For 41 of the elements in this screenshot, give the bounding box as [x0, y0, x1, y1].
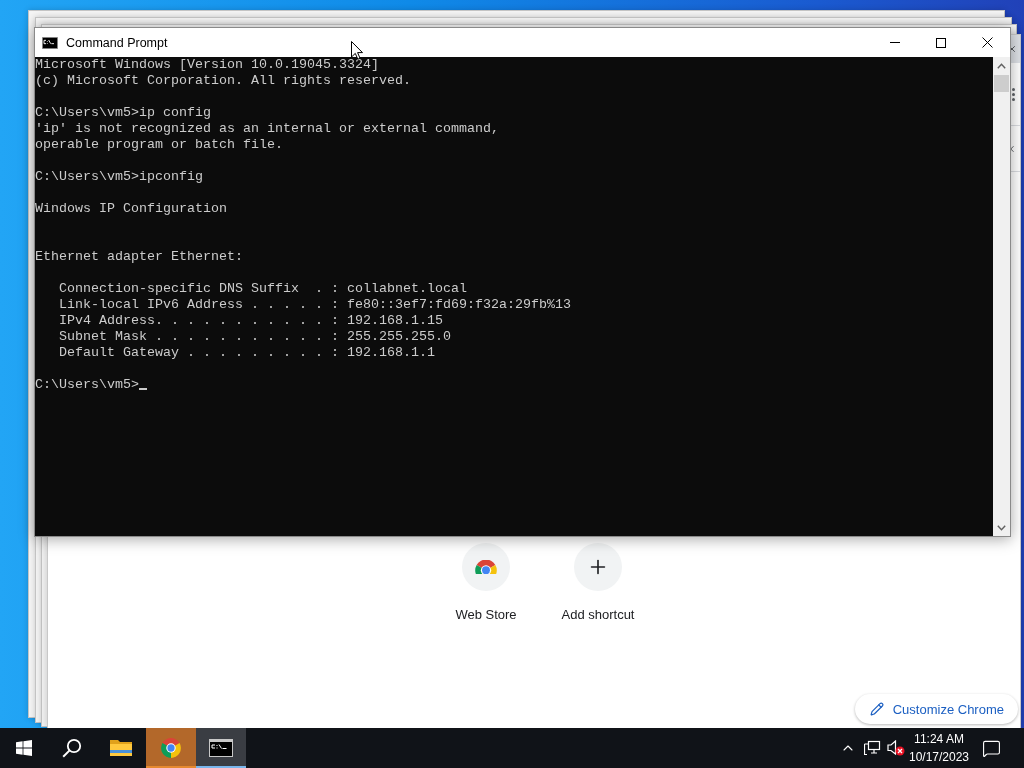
console-line: IPv4 Address. . . . . . . . . . . : 192.168.1.15	[59, 313, 443, 328]
console-line: Default Gateway . . . . . . . . . : 192.168.1.1	[59, 345, 435, 360]
clock-time[interactable]: 11:24 AM	[914, 730, 964, 748]
notification-icon	[981, 738, 1001, 758]
shortcut-link[interactable]: Web Store	[430, 543, 542, 623]
chevron-up-icon[interactable]	[997, 62, 1006, 69]
windows-logo-icon	[16, 740, 32, 756]
scrollbar[interactable]	[993, 57, 1010, 536]
chrome-logo-icon	[160, 737, 182, 759]
store-logo-icon	[474, 560, 498, 574]
console-line: Subnet Mask . . . . . . . . . . . : 255.255.255.0	[59, 329, 451, 344]
console-line: operable program or batch file.	[35, 137, 283, 152]
clock-date[interactable]: 10/17/2023	[908, 748, 970, 766]
customize-button[interactable]: Customize Chrome	[854, 694, 1018, 724]
minimize-icon	[890, 42, 900, 43]
vertical-dots-icon[interactable]	[1012, 87, 1015, 101]
terminal-icon	[42, 36, 58, 49]
scrollbar-thumb[interactable]	[994, 75, 1009, 92]
window-title: Command Prompt	[66, 35, 168, 50]
console-line: (c) Microsoft Corporation. All rights reserved.	[35, 73, 411, 88]
console-line: 'ip' is not recognized as an internal or external command,	[35, 121, 499, 136]
console-line: Link-local IPv6 Address . . . . . : fe80::3ef7:fd69:f32a:29fb%13	[59, 297, 571, 312]
close-icon	[981, 37, 993, 48]
chevron-down-icon[interactable]	[997, 524, 1006, 531]
maximize-icon	[936, 37, 946, 48]
shortcut-link[interactable]: Add shortcut	[542, 543, 654, 623]
network-icon	[863, 740, 881, 756]
console-line: C:\Users\vm5>ipconfig	[35, 169, 203, 184]
pencil-icon	[869, 702, 884, 716]
console-prompt: C:\Users\vm5>	[35, 377, 139, 392]
shortcut-label: Web Store	[455, 607, 517, 623]
console-line: C:\Users\vm5>ip config	[35, 105, 211, 120]
search-icon	[62, 738, 82, 758]
console-line: Ethernet adapter Ethernet:	[35, 249, 243, 264]
console-line: Connection-specific DNS Suffix . : collabnet.local	[59, 281, 467, 296]
console-line: Microsoft Windows [Version 10.0.19045.3324]	[35, 57, 379, 72]
terminal-icon	[209, 739, 233, 757]
console-line: Windows IP Configuration	[35, 201, 227, 216]
taskbar-app-button[interactable]	[196, 728, 246, 768]
folder-icon	[109, 738, 133, 758]
shortcut-label: Add shortcut	[561, 607, 635, 623]
